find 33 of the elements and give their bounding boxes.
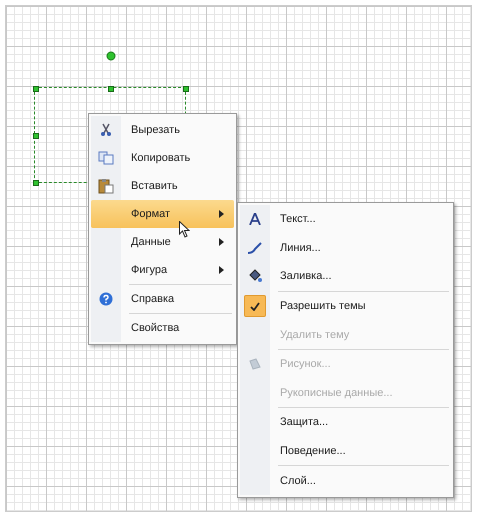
menu-item[interactable]: Вставить <box>91 172 234 200</box>
clipboard-icon <box>98 178 114 194</box>
menu-item[interactable]: Линия... <box>240 234 451 262</box>
selection-handle[interactable] <box>108 86 114 92</box>
menu-item[interactable]: Разрешить темы <box>240 292 451 320</box>
letter-icon <box>249 213 261 226</box>
scissors-icon <box>99 123 113 137</box>
menu-item[interactable]: Поведение... <box>240 436 451 466</box>
submenu-arrow-icon <box>219 238 224 246</box>
help-icon <box>99 292 113 306</box>
menu-item[interactable]: Справка <box>91 285 234 313</box>
rotation-handle[interactable] <box>106 51 116 61</box>
paint-bucket-icon <box>248 269 262 284</box>
picture-icon <box>248 357 262 372</box>
submenu-arrow-icon <box>219 266 224 274</box>
cursor-icon <box>179 221 190 238</box>
menu-item[interactable]: Формат <box>91 200 234 228</box>
selection-handle[interactable] <box>33 133 39 139</box>
selection-handle[interactable] <box>183 86 189 92</box>
menu-item[interactable]: Фигура <box>91 256 234 284</box>
menu-item[interactable]: Защита... <box>240 408 451 437</box>
menu-item[interactable]: Слой... <box>240 466 451 495</box>
menu-item[interactable]: Вырезать <box>91 116 234 144</box>
submenu-arrow-icon <box>219 210 224 218</box>
menu-item[interactable]: Заливка... <box>240 262 451 291</box>
menu-item[interactable]: Копировать <box>91 144 234 172</box>
copy-icon <box>98 151 114 165</box>
menu-item[interactable]: Текст... <box>240 205 451 234</box>
brush-icon <box>247 242 263 254</box>
selection-handle[interactable] <box>33 86 39 92</box>
menu-item[interactable]: Данные <box>91 228 234 256</box>
menu-item[interactable]: Свойства <box>91 314 234 342</box>
selection-handle[interactable] <box>33 180 39 186</box>
